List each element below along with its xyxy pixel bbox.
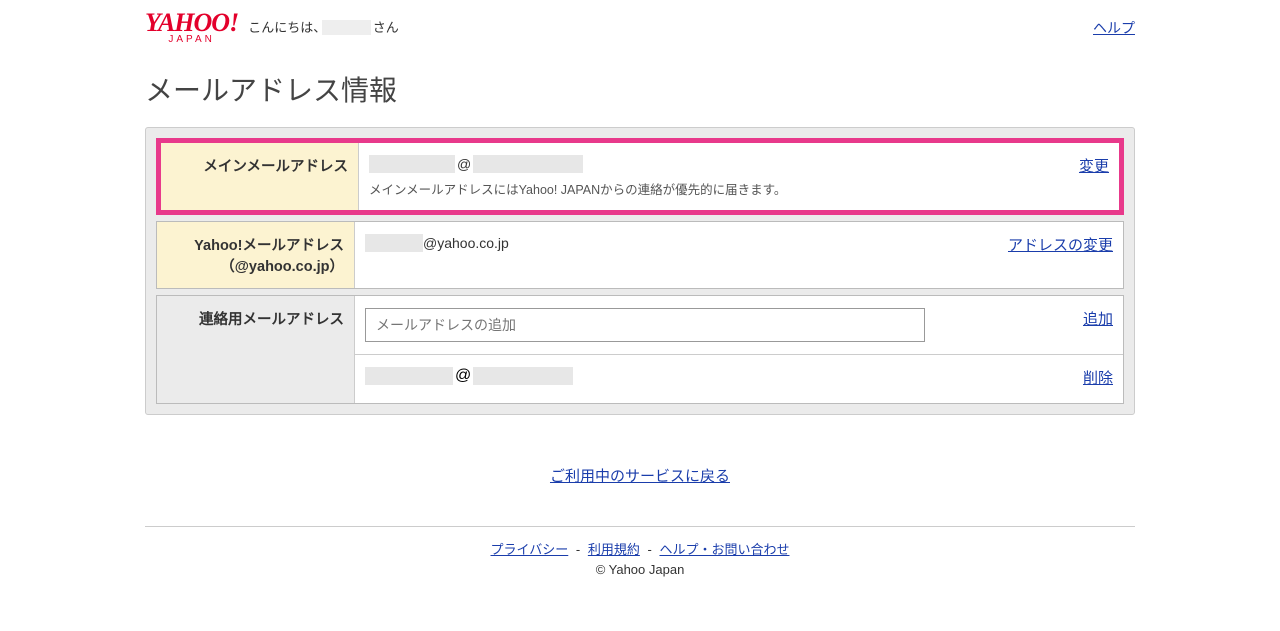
main-email-domain-masked	[473, 155, 583, 173]
copyright: © Yahoo Japan	[145, 562, 1135, 577]
footer-sep: -	[576, 542, 580, 557]
contact-email-values: 追加 @ 削除	[355, 296, 1123, 403]
page-title: メールアドレス情報	[145, 69, 1135, 109]
contact-email-add-row: 追加	[355, 296, 1123, 355]
contact-email-address-masked: @	[365, 367, 573, 385]
contact-email-row: 連絡用メールアドレス 追加 @ 削除	[156, 295, 1124, 404]
main-email-label: メインメールアドレス	[161, 143, 359, 210]
main-email-local-masked	[369, 155, 455, 173]
main-email-at: @	[457, 156, 471, 172]
change-yahoo-email-link[interactable]: アドレスの変更	[1008, 234, 1113, 255]
yahoo-logo[interactable]: YAHOO! JAPAN	[145, 8, 238, 45]
greeting-prefix: こんにちは、	[248, 20, 320, 35]
terms-link[interactable]: 利用規約	[588, 542, 640, 557]
yahoo-email-domain: @yahoo.co.jp	[423, 235, 509, 251]
main-email-address-masked: @	[369, 155, 583, 173]
yahoo-email-address: @yahoo.co.jp	[365, 234, 509, 252]
main-email-value-cell: @ メインメールアドレスにはYahoo! JAPANからの連絡が優先的に届きます…	[359, 143, 1119, 210]
help-link[interactable]: ヘルプ	[1093, 18, 1135, 38]
yahoo-email-value-cell: @yahoo.co.jp アドレスの変更	[355, 222, 1123, 288]
yahoo-email-label-line2: （@yahoo.co.jp）	[220, 259, 344, 275]
contact-email-label: 連絡用メールアドレス	[157, 296, 355, 403]
contact-email-domain-masked	[473, 367, 573, 385]
contact-email-existing-row: @ 削除	[355, 355, 1123, 403]
main-email-row-highlight: メインメールアドレス @ メインメールアドレスにはYahoo! JAPANからの…	[156, 138, 1124, 215]
greeting-username-masked	[322, 20, 371, 35]
main-email-row: メインメールアドレス @ メインメールアドレスにはYahoo! JAPANからの…	[161, 143, 1119, 210]
yahoo-email-label: Yahoo!メールアドレス （@yahoo.co.jp）	[157, 222, 355, 288]
yahoo-email-local-masked	[365, 234, 423, 252]
yahoo-email-row: Yahoo!メールアドレス （@yahoo.co.jp） @yahoo.co.j…	[156, 221, 1124, 289]
header: YAHOO! JAPAN こんにちは、 さん ヘルプ	[145, 0, 1135, 51]
change-main-email-link[interactable]: 変更	[1079, 155, 1109, 176]
back-to-service-link[interactable]: ご利用中のサービスに戻る	[145, 465, 1135, 486]
add-contact-email-link[interactable]: 追加	[1083, 308, 1113, 329]
yahoo-email-label-line1: Yahoo!メールアドレス	[194, 238, 344, 254]
privacy-link[interactable]: プライバシー	[491, 542, 569, 557]
help-contact-link[interactable]: ヘルプ・お問い合わせ	[659, 542, 789, 557]
contact-email-input[interactable]	[365, 308, 925, 342]
main-email-note: メインメールアドレスにはYahoo! JAPANからの連絡が優先的に届きます。	[369, 179, 1109, 198]
email-card: メインメールアドレス @ メインメールアドレスにはYahoo! JAPANからの…	[145, 127, 1135, 415]
contact-email-at: @	[455, 367, 471, 385]
footer-sep: -	[648, 542, 652, 557]
footer: プライバシー - 利用規約 - ヘルプ・お問い合わせ © Yahoo Japan	[145, 526, 1135, 589]
logo-main-text: YAHOO!	[145, 8, 238, 37]
greeting-suffix: さん	[373, 20, 399, 35]
contact-email-local-masked	[365, 367, 453, 385]
greeting: こんにちは、 さん	[248, 17, 399, 36]
delete-contact-email-link[interactable]: 削除	[1083, 367, 1113, 388]
